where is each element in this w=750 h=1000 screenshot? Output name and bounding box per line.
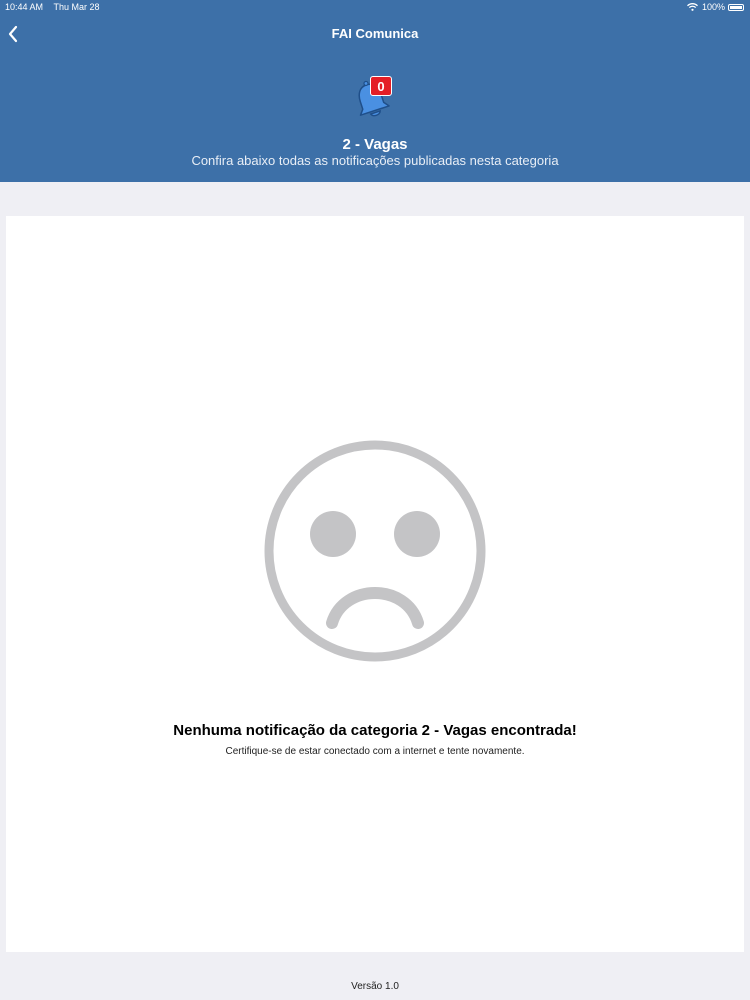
status-bar-left: 10:44 AM Thu Mar 28: [5, 2, 100, 12]
status-time: 10:44 AM: [5, 2, 44, 12]
status-date: Thu Mar 28: [53, 2, 100, 12]
nav-title: FAI Comunica: [331, 26, 419, 41]
battery-icon: [728, 3, 744, 11]
status-bar: 10:44 AM Thu Mar 28 100%: [0, 0, 750, 16]
version-label: Versão 1.0: [351, 981, 399, 992]
empty-state-title: Nenhuma notificação da categoria 2 - Vag…: [173, 722, 577, 739]
app-screen: 10:44 AM Thu Mar 28 100% FAI Comunica 0 …: [0, 0, 750, 1000]
category-title: 2 - Vagas: [342, 136, 408, 153]
status-bar-right: 100%: [687, 2, 744, 12]
sad-face-icon: [264, 440, 486, 662]
wifi-icon: [687, 3, 698, 11]
header: FAI Comunica 0 2 - Vagas Confira abaixo …: [0, 16, 750, 182]
empty-state-message: Certifique-se de estar conectado com a i…: [225, 746, 525, 757]
category-subtitle: Confira abaixo todas as notificações pub…: [191, 153, 559, 168]
empty-state-card: Nenhuma notificação da categoria 2 - Vag…: [6, 216, 744, 952]
notification-count-badge: 0: [370, 76, 392, 96]
notification-bell: 0: [352, 74, 398, 122]
battery-percent: 100%: [701, 2, 725, 12]
